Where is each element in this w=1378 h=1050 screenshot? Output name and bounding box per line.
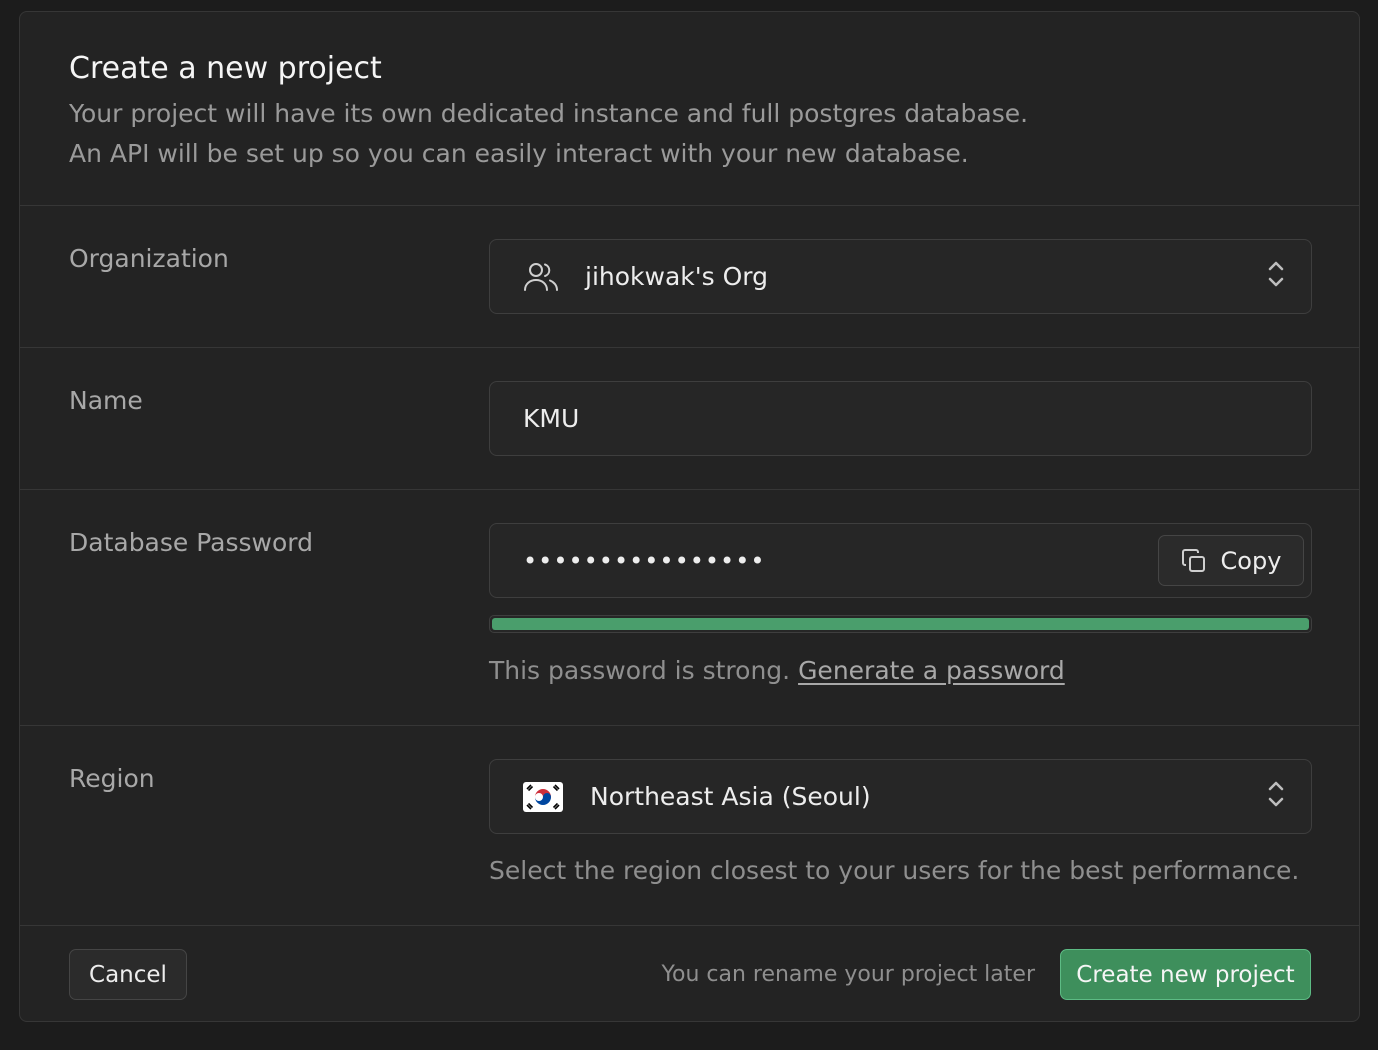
region-hint: Select the region closest to your users …	[489, 856, 1300, 885]
create-project-button[interactable]: Create new project	[1060, 949, 1311, 1000]
cancel-button[interactable]: Cancel	[69, 949, 187, 1000]
subtitle-line-1: Your project will have its own dedicated…	[69, 99, 1029, 128]
organization-label: Organization	[69, 244, 229, 273]
rename-note: You can rename your project later	[661, 962, 1035, 987]
password-strength-text: This password is strong.	[489, 656, 791, 685]
users-icon	[523, 261, 559, 293]
password-input[interactable]: •••••••••••••••• Copy	[489, 523, 1312, 598]
page-title: Create a new project	[69, 51, 382, 86]
chevron-up-down-icon	[1267, 258, 1285, 296]
card-header: Create a new project Your project will h…	[20, 12, 1359, 206]
region-value: Northeast Asia (Seoul)	[590, 782, 871, 811]
name-value: KMU	[523, 404, 580, 433]
name-label: Name	[69, 386, 143, 415]
create-project-card: Create a new project Your project will h…	[19, 11, 1360, 1022]
password-hint: This password is strong. Generate a pass…	[489, 656, 1065, 685]
chevron-up-down-icon	[1267, 778, 1285, 816]
generate-password-link[interactable]: Generate a password	[798, 656, 1065, 685]
copy-button[interactable]: Copy	[1158, 535, 1304, 586]
copy-label: Copy	[1220, 546, 1282, 575]
name-section: Name KMU	[20, 348, 1359, 490]
subtitle-line-2: An API will be set up so you can easily …	[69, 139, 969, 168]
organization-section: Organization jihokwak's Org	[20, 206, 1359, 348]
copy-icon	[1181, 548, 1207, 574]
page-subtitle: Your project will have its own dedicated…	[69, 94, 1359, 174]
password-strength-bar	[489, 615, 1312, 633]
card-footer: Cancel You can rename your project later…	[20, 926, 1359, 1021]
password-value: ••••••••••••••••	[523, 546, 766, 575]
south-korea-flag-icon	[523, 781, 563, 812]
region-section: Region Northeast Asia (Seoul) Select the…	[20, 726, 1359, 926]
region-select[interactable]: Northeast Asia (Seoul)	[489, 759, 1312, 834]
organization-select[interactable]: jihokwak's Org	[489, 239, 1312, 314]
password-strength-fill	[492, 618, 1309, 630]
organization-value: jihokwak's Org	[585, 262, 768, 291]
password-section: Database Password •••••••••••••••• Copy …	[20, 490, 1359, 726]
password-label: Database Password	[69, 528, 314, 557]
name-input[interactable]: KMU	[489, 381, 1312, 456]
region-label: Region	[69, 764, 155, 793]
